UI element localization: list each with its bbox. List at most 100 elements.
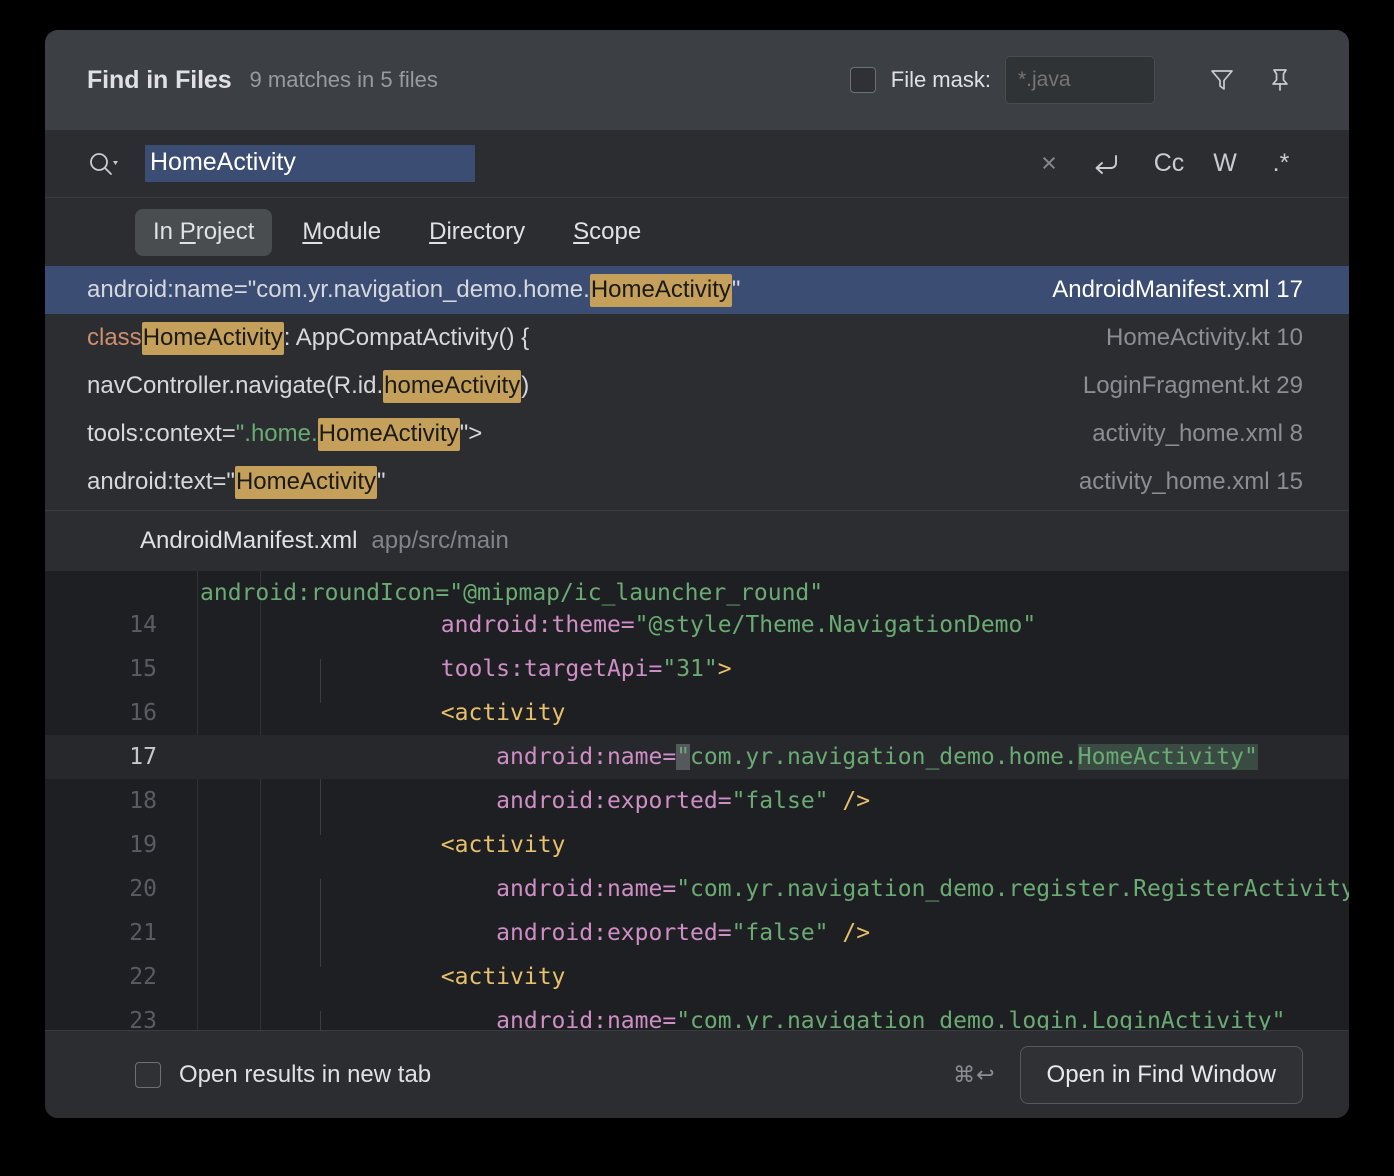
match-highlight: homeActivity bbox=[383, 369, 522, 403]
code-token: android:theme= bbox=[330, 612, 635, 638]
line-number: 18 bbox=[129, 788, 157, 814]
code-line: 21 android:exported="false" /> bbox=[45, 911, 1349, 955]
result-file-location: activity_home.xml 8 bbox=[1092, 420, 1303, 447]
code-line-text: <activity bbox=[175, 823, 566, 867]
code-line-text: android:exported="false" /> bbox=[175, 779, 870, 823]
code-token: android:exported= bbox=[330, 920, 732, 946]
result-snippet: class HomeActivity : AppCompatActivity()… bbox=[87, 321, 529, 355]
dialog-footer: Open results in new tab ⌘↩ Open in Find … bbox=[45, 1030, 1349, 1118]
header-controls: File mask: bbox=[849, 56, 1303, 104]
regex-toggle[interactable]: .* bbox=[1259, 142, 1303, 186]
code-preview[interactable]: android:roundIcon="@mipmap/ic_launcher_r… bbox=[45, 571, 1349, 1030]
code-token: <activity bbox=[330, 832, 566, 858]
code-token: android:name= bbox=[330, 744, 677, 770]
line-number: 23 bbox=[129, 1008, 157, 1030]
result-row[interactable]: android:text=" HomeActivity " activity_home… bbox=[45, 458, 1349, 506]
keyword-token: class bbox=[87, 323, 142, 351]
text-token: " bbox=[376, 467, 386, 495]
code-line: 15 tools:targetApi="31"> bbox=[45, 647, 1349, 691]
code-line-text: android:name="com.yr.navigation_demo.reg… bbox=[175, 867, 1349, 911]
dialog-header: Find in Files 9 matches in 5 files File … bbox=[45, 30, 1349, 130]
code-line: 18 android:exported="false" /> bbox=[45, 779, 1349, 823]
result-row[interactable]: tools:context= ".home. HomeActivity "> activ… bbox=[45, 410, 1349, 458]
tab-mnemonic: P bbox=[179, 217, 196, 245]
tab-mnemonic: M bbox=[302, 217, 323, 245]
text-token: android:name="com.yr.navigation_demo.hom… bbox=[87, 275, 590, 303]
line-number: 17 bbox=[129, 744, 157, 770]
result-snippet: android:name="com.yr.navigation_demo.hom… bbox=[87, 273, 741, 307]
preview-file-header: AndroidManifest.xml app/src/main bbox=[45, 511, 1349, 571]
line-number: 15 bbox=[129, 656, 157, 682]
match-highlight: HomeActivity bbox=[589, 273, 732, 307]
tab-scope[interactable]: Scope bbox=[555, 209, 659, 256]
open-in-find-window-button[interactable]: Open in Find Window bbox=[1019, 1045, 1303, 1104]
new-line-icon[interactable] bbox=[1083, 142, 1129, 186]
pin-icon[interactable] bbox=[1257, 57, 1303, 103]
line-number: 22 bbox=[129, 964, 157, 990]
open-results-new-tab-label: Open results in new tab bbox=[179, 1060, 432, 1088]
line-number: 19 bbox=[129, 832, 157, 858]
line-number: 14 bbox=[129, 612, 157, 638]
result-file-location: HomeActivity.kt 10 bbox=[1106, 324, 1303, 351]
match-case-toggle[interactable]: Cc bbox=[1147, 142, 1191, 186]
tab-mnemonic: S bbox=[573, 217, 590, 245]
code-token: "com.yr.navigation_demo.register.Registe… bbox=[676, 876, 1349, 902]
code-token: /> bbox=[842, 788, 871, 814]
open-results-new-tab-checkbox[interactable] bbox=[135, 1061, 161, 1088]
code-token: com.yr.navigation_demo.home. bbox=[690, 744, 1078, 770]
text-token: tools:context= bbox=[87, 419, 236, 447]
search-icon[interactable] bbox=[87, 149, 131, 179]
code-token: tools:targetApi= bbox=[330, 656, 663, 682]
file-mask-label: File mask: bbox=[890, 67, 991, 92]
code-token: > bbox=[717, 656, 732, 682]
code-token: "false" bbox=[731, 788, 843, 814]
code-line-text: android:exported="false" /> bbox=[175, 911, 870, 955]
code-line: 19 <activity bbox=[45, 823, 1349, 867]
code-token: "31" bbox=[662, 656, 718, 682]
code-token: android:name= bbox=[330, 876, 677, 902]
close-icon[interactable]: × bbox=[1027, 142, 1071, 186]
match-highlight: HomeActivity bbox=[317, 417, 460, 451]
results-list[interactable]: android:name="com.yr.navigation_demo.hom… bbox=[45, 266, 1349, 511]
code-token: <activity bbox=[330, 700, 566, 726]
tab-mnemonic: D bbox=[429, 217, 447, 245]
line-number: 21 bbox=[129, 920, 157, 946]
text-token: ) bbox=[521, 371, 530, 399]
search-input[interactable] bbox=[145, 145, 475, 182]
tab-directory[interactable]: Directory bbox=[411, 209, 543, 256]
result-file-location: AndroidManifest.xml 17 bbox=[1052, 276, 1303, 303]
filter-icon[interactable] bbox=[1199, 57, 1245, 103]
code-line: 14 android:theme="@style/Theme.Navigatio… bbox=[45, 603, 1349, 647]
code-line-text: <activity bbox=[175, 955, 566, 999]
code-line-text: tools:targetApi="31"> bbox=[175, 647, 732, 691]
whole-words-toggle[interactable]: W bbox=[1203, 142, 1247, 186]
search-row: × Cc W .* bbox=[45, 130, 1349, 198]
code-token: " bbox=[676, 744, 691, 770]
text-token: " bbox=[731, 275, 741, 303]
code-token: "com.yr.navigation_demo.login.LoginActiv… bbox=[676, 1008, 1286, 1030]
tab-in-project[interactable]: In Project bbox=[135, 208, 273, 256]
code-line: 20 android:name="com.yr.navigation_demo.… bbox=[45, 867, 1349, 911]
file-mask-checkbox[interactable] bbox=[849, 67, 876, 93]
result-row[interactable]: class HomeActivity : AppCompatActivity()… bbox=[45, 314, 1349, 362]
file-mask-input[interactable] bbox=[1006, 57, 1154, 103]
code-line-text: <activity bbox=[175, 691, 566, 735]
code-token: HomeActivity" bbox=[1077, 744, 1258, 770]
code-line: 17 android:name="com.yr.navigation_demo.… bbox=[45, 735, 1349, 779]
text-token: navController.navigate(R.id. bbox=[87, 371, 384, 399]
result-snippet: tools:context= ".home. HomeActivity "> bbox=[87, 417, 483, 451]
tab-module[interactable]: Module bbox=[284, 209, 399, 256]
code-line-text: android:theme="@style/Theme.NavigationDe… bbox=[175, 603, 1036, 647]
match-highlight: HomeActivity bbox=[234, 465, 377, 499]
result-row[interactable]: android:name="com.yr.navigation_demo.hom… bbox=[45, 266, 1349, 314]
text-token: "> bbox=[459, 419, 483, 447]
result-row[interactable]: navController.navigate(R.id. homeActivity… bbox=[45, 362, 1349, 410]
file-mask-combobox[interactable] bbox=[1005, 56, 1155, 104]
preview-file-path: app/src/main bbox=[371, 527, 509, 554]
result-file-location: activity_home.xml 15 bbox=[1078, 468, 1303, 495]
scope-tabs: In Project Module Directory Scope bbox=[45, 198, 1349, 266]
code-token: /> bbox=[842, 920, 871, 946]
footer-actions: ⌘↩ Open in Find Window bbox=[953, 1045, 1303, 1104]
code-line-text: android:name="com.yr.navigation_demo.hom… bbox=[175, 735, 1258, 779]
code-line: 23 android:name="com.yr.navigation_demo.… bbox=[45, 999, 1349, 1030]
